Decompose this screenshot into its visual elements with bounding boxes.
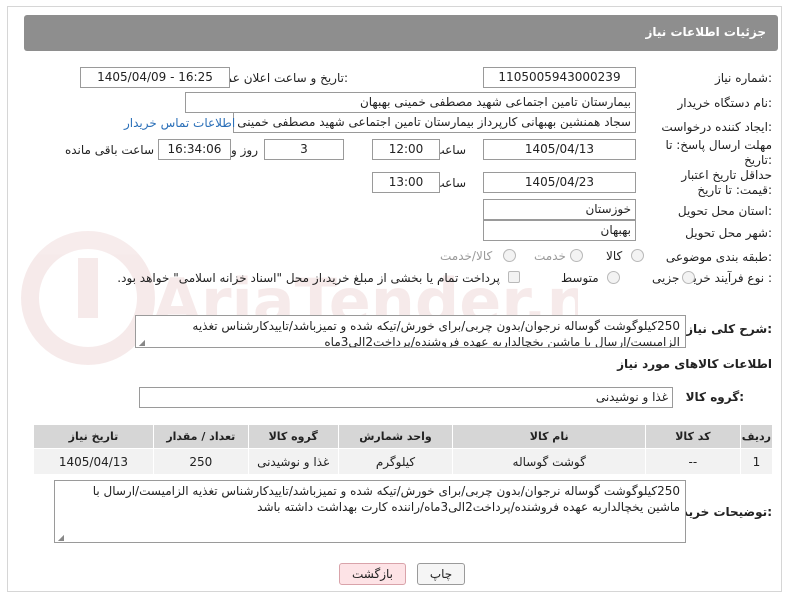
category-radio-goods[interactable] bbox=[631, 249, 644, 262]
delivery-city-label: شهر محل تحویل: bbox=[685, 226, 772, 240]
buyer-notes-line2: ماشین یخچالداربه عهده فروشنده/پرداخت2الی… bbox=[257, 500, 680, 514]
buyer-contact-link[interactable]: اطلاعات تماس خریدار bbox=[124, 116, 235, 130]
delivery-city-field: بهبهان bbox=[483, 220, 636, 241]
process-label: نوع فرآیند خرید : bbox=[687, 271, 772, 285]
col-goods-group: گروه کالا bbox=[247, 424, 339, 449]
category-option-goods: کالا bbox=[606, 249, 623, 263]
cell-goods-name: گوشت گوساله bbox=[452, 448, 646, 475]
general-description-line2: الزامیست/ارسال با ماشین یخچالداربه عهده … bbox=[324, 335, 680, 348]
panel-title: جزئیات اطلاعات نیاز bbox=[645, 25, 766, 39]
general-description-box: 250کیلوگوشت گوساله نرجوان/بدون چربی/برای… bbox=[135, 315, 686, 348]
cell-goods-group: غذا و نوشیدنی bbox=[247, 448, 339, 475]
need-number-field: 1105005943000239 bbox=[483, 67, 636, 88]
reply-date-field: 1405/04/13 bbox=[483, 139, 636, 160]
panel-header: جزئیات اطلاعات نیاز bbox=[24, 15, 778, 51]
table-row: 1 -- گوشت گوساله کیلوگرم غذا و نوشیدنی 2… bbox=[33, 448, 774, 475]
reply-time-field: 12:00 bbox=[372, 139, 440, 160]
days-field: 3 bbox=[264, 139, 344, 160]
buyer-notes-line1: 250کیلوگوشت گوساله نرجوان/بدون چربی/برای… bbox=[92, 484, 680, 498]
requester-label: ایجاد کننده درخواست: bbox=[661, 120, 772, 134]
cell-goods-code: -- bbox=[644, 448, 741, 475]
need-number-label: شماره نیاز: bbox=[714, 71, 772, 85]
category-radio-service[interactable] bbox=[570, 249, 583, 262]
requester-field: سجاد همنشین بهبهانی کارپرداز بیمارستان ت… bbox=[233, 112, 636, 133]
goods-group-field: غذا و نوشیدنی bbox=[139, 387, 673, 408]
payment-note: پرداخت تمام یا بخشی از مبلغ خرید،از محل … bbox=[117, 271, 500, 285]
cell-quantity: 250 bbox=[152, 448, 249, 475]
process-radio-medium[interactable] bbox=[607, 271, 620, 284]
general-description-label: شرح کلی نیاز: bbox=[686, 322, 772, 336]
general-description-line1: 250کیلوگوشت گوساله نرجوان/بدون چربی/برای… bbox=[192, 319, 680, 333]
goods-group-label: گروه کالا: bbox=[685, 390, 744, 404]
goods-info-title: اطلاعات کالاهای مورد نیاز bbox=[617, 357, 772, 371]
reply-deadline-label: مهلت ارسال پاسخ: تا تاریخ: bbox=[665, 138, 772, 167]
price-validity-label: حداقل تاریخ اعتبار قیمت: تا تاریخ: bbox=[681, 168, 772, 197]
category-option-goods-service: کالا/خدمت bbox=[440, 249, 493, 263]
buyer-org-field: بیمارستان تامین اجتماعی شهید مصطفی خمینی… bbox=[185, 92, 636, 113]
process-option-medium: متوسط bbox=[561, 271, 599, 285]
resize-handle-icon[interactable]: ◢ bbox=[138, 339, 145, 347]
col-goods-name: نام کالا bbox=[452, 424, 646, 449]
print-button[interactable]: چاپ bbox=[417, 563, 465, 585]
process-option-minor: جزیی bbox=[652, 271, 680, 285]
delivery-province-field: خوزستان bbox=[483, 199, 636, 220]
delivery-province-label: استان محل تحویل: bbox=[677, 204, 772, 218]
buyer-org-label: نام دستگاه خریدار: bbox=[677, 96, 773, 110]
process-radio-minor[interactable] bbox=[682, 271, 695, 284]
category-label: طبقه بندی موضوعی: bbox=[665, 250, 772, 264]
col-need-date: تاریخ نیاز bbox=[33, 424, 154, 449]
table-header-row: ردیف کد کالا نام کالا واحد شمارش گروه کا… bbox=[33, 424, 774, 449]
days-label: روز و bbox=[231, 143, 258, 157]
col-goods-code: کد کالا bbox=[644, 424, 741, 449]
category-option-service: خدمت bbox=[534, 249, 566, 263]
cell-need-date: 1405/04/13 bbox=[33, 448, 154, 475]
remaining-time-field: 16:34:06 bbox=[158, 139, 231, 160]
col-row-number: ردیف bbox=[739, 424, 774, 449]
col-quantity: تعداد / مقدار bbox=[152, 424, 249, 449]
remaining-label: ساعت باقی مانده bbox=[64, 143, 154, 157]
resize-handle-icon[interactable]: ◢ bbox=[57, 534, 64, 542]
price-date-field: 1405/04/23 bbox=[483, 172, 636, 193]
treasury-payment-checkbox[interactable] bbox=[508, 271, 520, 283]
announce-field: 1405/04/09 - 16:25 bbox=[80, 67, 230, 88]
col-unit: واحد شمارش bbox=[337, 424, 454, 449]
buyer-notes-box: 250کیلوگوشت گوساله نرجوان/بدون چربی/برای… bbox=[54, 480, 686, 543]
back-button[interactable]: بازگشت bbox=[339, 563, 406, 585]
cell-unit: کیلوگرم bbox=[337, 448, 454, 475]
cell-row-number: 1 bbox=[739, 448, 774, 475]
category-radio-goods-service[interactable] bbox=[503, 249, 516, 262]
items-table: ردیف کد کالا نام کالا واحد شمارش گروه کا… bbox=[33, 424, 774, 475]
price-time-field: 13:00 bbox=[372, 172, 440, 193]
